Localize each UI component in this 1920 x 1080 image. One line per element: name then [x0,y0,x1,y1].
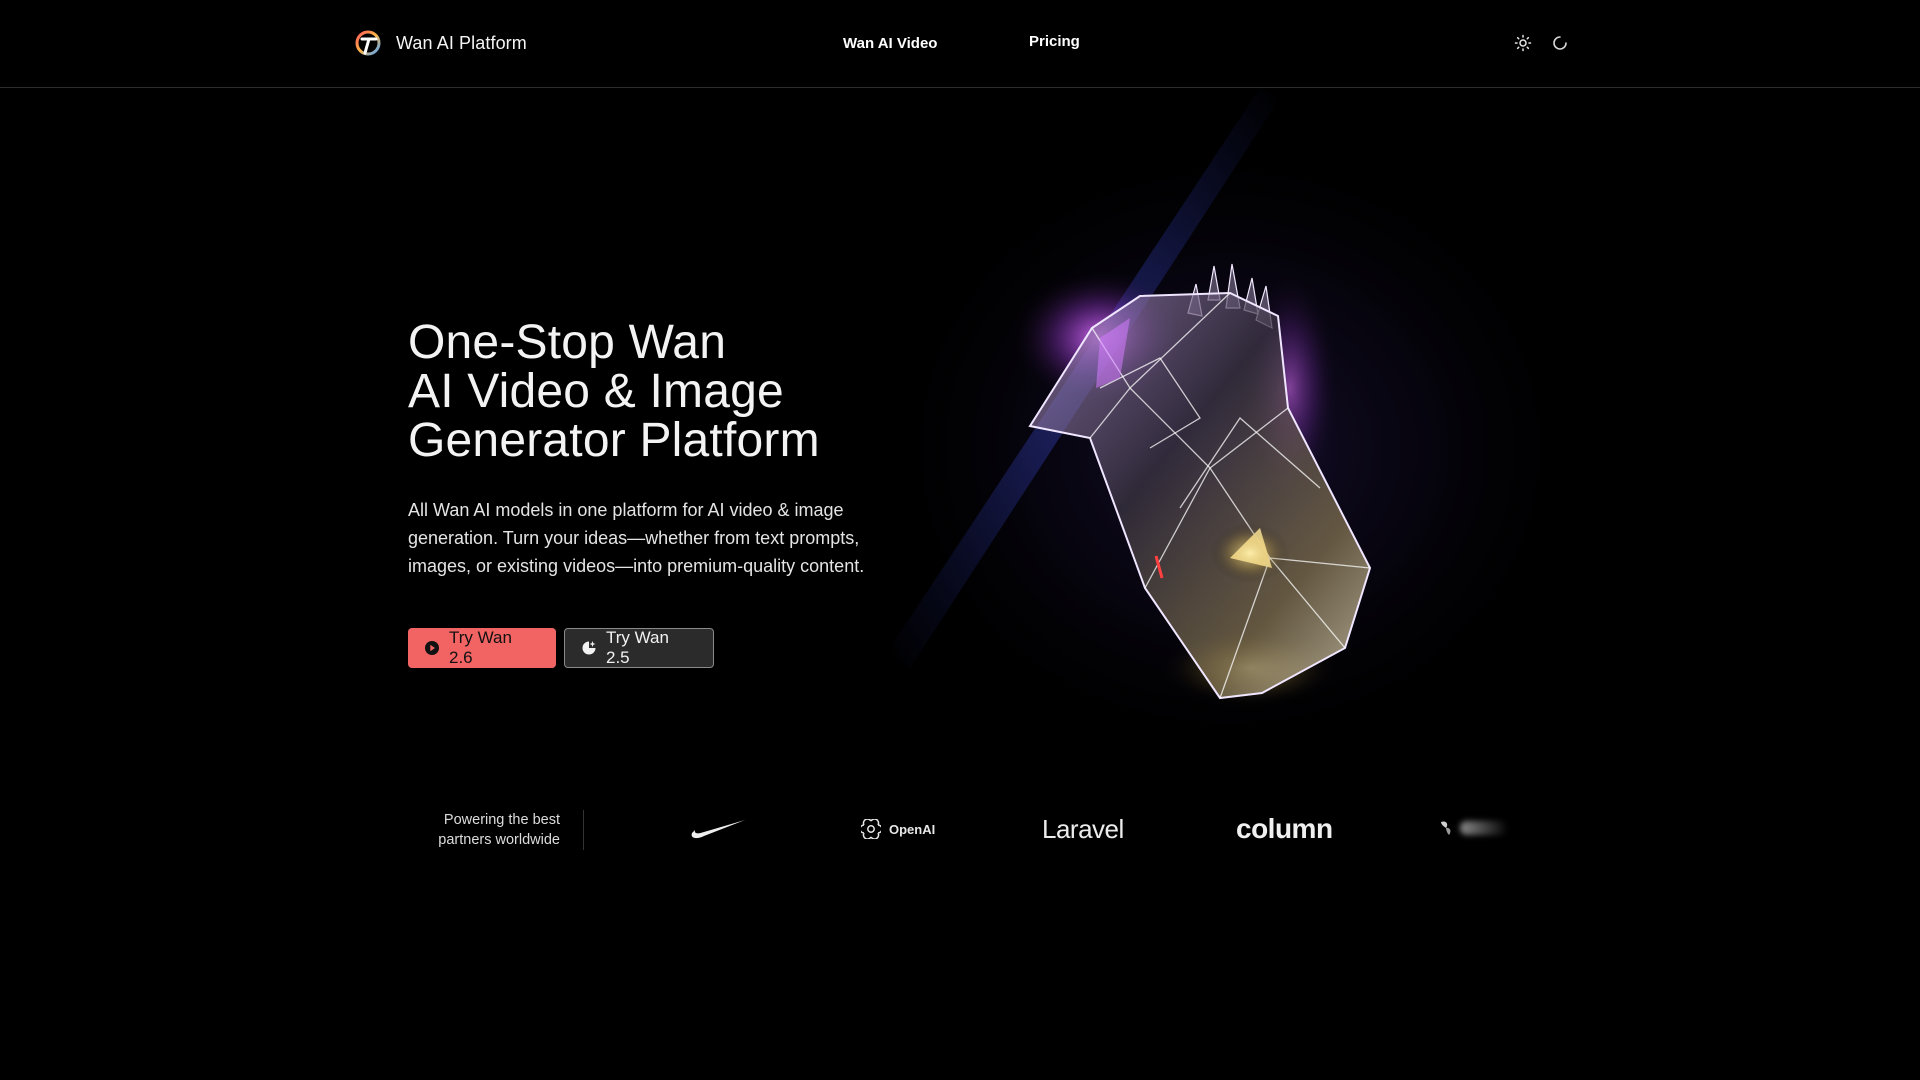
hero-description-line: generation. Turn your ideas—whether from… [408,528,860,548]
partner-logo-nike [690,818,746,840]
faded-logo-text [1460,821,1508,835]
wan-logo-icon [355,30,381,56]
try-wan-2-5-button[interactable]: Try Wan 2.5 [564,628,714,668]
nike-swoosh-icon [691,820,745,839]
partner-name-openai: OpenAI [889,821,936,837]
partners-divider [583,810,584,850]
nav-pricing[interactable]: Pricing [1029,33,1080,50]
nav-wan-ai-video[interactable]: Wan AI Video [843,35,937,52]
top-header: Wan AI Platform Wan AI Video Pricing [0,0,1920,88]
hero-description: All Wan AI models in one platform for AI… [408,496,928,580]
try-wan-2-6-label: Try Wan 2.6 [449,628,512,667]
hero-title-line: One-Stop Wan [408,316,727,369]
loading-indicator [1548,31,1572,55]
loading-spinner-icon [1553,36,1567,50]
partner-logo-openai: OpenAI [861,819,935,839]
try-wan-2-5-label: Try Wan 2.5 [606,628,669,667]
partner-name-laravel: Laravel [1042,814,1124,844]
sparkle-icon [582,641,596,655]
hero-title-line: Generator Platform [408,414,820,467]
sun-icon [1514,34,1532,52]
play-circle-icon [425,641,439,655]
partners-caption: Powering the best partners worldwide [400,810,560,850]
partner-logo-column: column [1236,813,1333,845]
partners-caption-line: Powering the best [443,812,560,828]
partner-logo-laravel: Laravel [1042,814,1124,845]
hero-description-line: images, or existing videos—into premium-… [408,556,865,576]
try-wan-2-6-button[interactable]: Try Wan 2.6 [408,628,556,668]
openai-logo-icon [861,819,881,839]
hero-description-line: All Wan AI models in one platform for AI… [408,500,844,520]
theme-toggle-button[interactable] [1511,31,1535,55]
partners-caption-line: partners worldwide [438,832,560,848]
brand-home-link[interactable]: Wan AI Platform [354,29,527,57]
brand-name: Wan AI Platform [396,32,527,53]
hero-title: One-Stop Wan AI Video & Image Generator … [408,318,968,465]
leaf-logo-icon [1441,821,1451,835]
hero-title-line: AI Video & Image [408,365,784,418]
partner-logo-faded [1438,818,1508,838]
partner-name-column: column [1236,813,1333,844]
